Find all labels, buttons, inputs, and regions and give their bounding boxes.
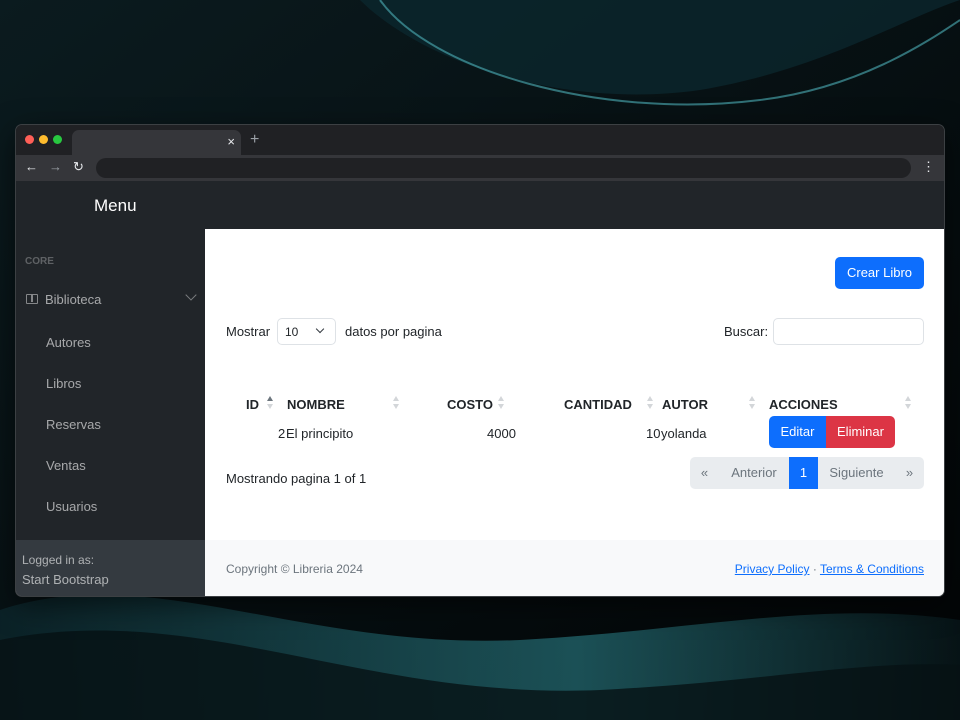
- footer-separator: ·: [812, 562, 817, 576]
- sidebar-footer: Logged in as: Start Bootstrap: [16, 540, 205, 596]
- edit-button[interactable]: Editar: [769, 416, 826, 448]
- column-header-costo[interactable]: COSTO: [447, 397, 493, 412]
- column-header-acciones[interactable]: ACCIONES: [769, 397, 838, 412]
- chevron-down-icon: [185, 289, 197, 301]
- sort-asc-icon: [267, 396, 274, 410]
- cell-autor: yolanda: [661, 426, 707, 441]
- forward-arrow-icon[interactable]: →: [49, 159, 62, 175]
- reload-icon[interactable]: ↻: [73, 159, 84, 175]
- length-label: Mostrar: [226, 324, 271, 339]
- sidebar-item-label: Biblioteca: [45, 292, 102, 307]
- address-bar[interactable]: [96, 158, 911, 178]
- browser-window: × + ← → ↻ ⋮ Menu CORE Biblioteca Autores…: [16, 125, 944, 596]
- page-1-button[interactable]: 1: [789, 457, 818, 489]
- new-tab-icon[interactable]: +: [250, 131, 259, 149]
- page-length-select[interactable]: 10: [277, 318, 336, 345]
- cell-cantidad: 10: [646, 426, 661, 441]
- close-window-button[interactable]: [25, 135, 34, 144]
- privacy-policy-link[interactable]: Privacy Policy: [735, 562, 810, 576]
- back-arrow-icon[interactable]: ←: [25, 159, 38, 175]
- sort-icon: [393, 396, 400, 410]
- sidebar-item-autores[interactable]: Autores: [46, 335, 91, 350]
- table-info: Mostrando pagina 1 of 1: [226, 471, 367, 486]
- tab-strip: × +: [16, 125, 944, 155]
- page-footer: Copyright © Libreria 2024 Privacy Policy…: [205, 540, 944, 596]
- book-icon: [26, 294, 38, 304]
- sidebar-item-biblioteca[interactable]: Biblioteca: [25, 289, 197, 311]
- sidebar-item-usuarios[interactable]: Usuarios: [46, 499, 97, 514]
- column-header-cantidad[interactable]: CANTIDAD: [564, 397, 632, 412]
- search-label: Buscar:: [724, 324, 769, 339]
- column-header-autor[interactable]: AUTOR: [662, 397, 708, 412]
- pagination: « Anterior 1 Siguiente »: [690, 457, 924, 489]
- footer-links: Privacy Policy · Terms & Conditions: [735, 562, 924, 576]
- last-page-button[interactable]: »: [895, 457, 924, 489]
- cell-nombre: El principito: [286, 426, 354, 441]
- sidebar-item-libros[interactable]: Libros: [46, 376, 81, 391]
- browser-menu-icon[interactable]: ⋮: [922, 159, 935, 175]
- search-input[interactable]: [773, 318, 924, 345]
- sort-icon: [647, 396, 654, 410]
- chevron-down-icon: [315, 324, 325, 334]
- length-suffix: datos por pagina: [345, 324, 442, 339]
- page-length-value: 10: [285, 325, 299, 339]
- minimize-window-button[interactable]: [39, 135, 48, 144]
- top-navbar: Menu: [16, 181, 944, 229]
- sort-icon: [905, 396, 912, 410]
- cell-id: 2: [278, 426, 286, 441]
- sidebar: CORE Biblioteca Autores Libros Reservas …: [16, 229, 205, 596]
- previous-page-button[interactable]: Anterior: [719, 457, 789, 489]
- sidebar-item-ventas[interactable]: Ventas: [46, 458, 86, 473]
- main-content: Crear Libro Mostrar 10 datos por pagina …: [205, 229, 944, 540]
- delete-button[interactable]: Eliminar: [826, 416, 895, 448]
- sidebar-heading: CORE: [25, 256, 54, 267]
- web-app: Menu CORE Biblioteca Autores Libros Rese…: [16, 181, 944, 596]
- sidebar-item-reservas[interactable]: Reservas: [46, 417, 101, 432]
- browser-toolbar: ← → ↻ ⋮: [16, 155, 944, 181]
- column-header-id[interactable]: ID: [246, 397, 259, 412]
- sort-icon: [749, 396, 756, 410]
- close-tab-icon[interactable]: ×: [227, 134, 235, 150]
- logged-in-user: Start Bootstrap: [22, 572, 109, 587]
- column-header-nombre[interactable]: NOMBRE: [287, 397, 345, 412]
- next-page-button[interactable]: Siguiente: [818, 457, 895, 489]
- browser-tab[interactable]: ×: [72, 130, 241, 155]
- sort-icon: [498, 396, 505, 410]
- copyright-text: Copyright © Libreria 2024: [226, 562, 363, 576]
- logged-in-label: Logged in as:: [22, 553, 95, 567]
- navbar-brand[interactable]: Menu: [94, 196, 137, 216]
- first-page-button[interactable]: «: [690, 457, 719, 489]
- create-book-button[interactable]: Crear Libro: [835, 257, 924, 289]
- maximize-window-button[interactable]: [53, 135, 62, 144]
- terms-link[interactable]: Terms & Conditions: [820, 562, 924, 576]
- cell-costo: 4000: [487, 426, 516, 441]
